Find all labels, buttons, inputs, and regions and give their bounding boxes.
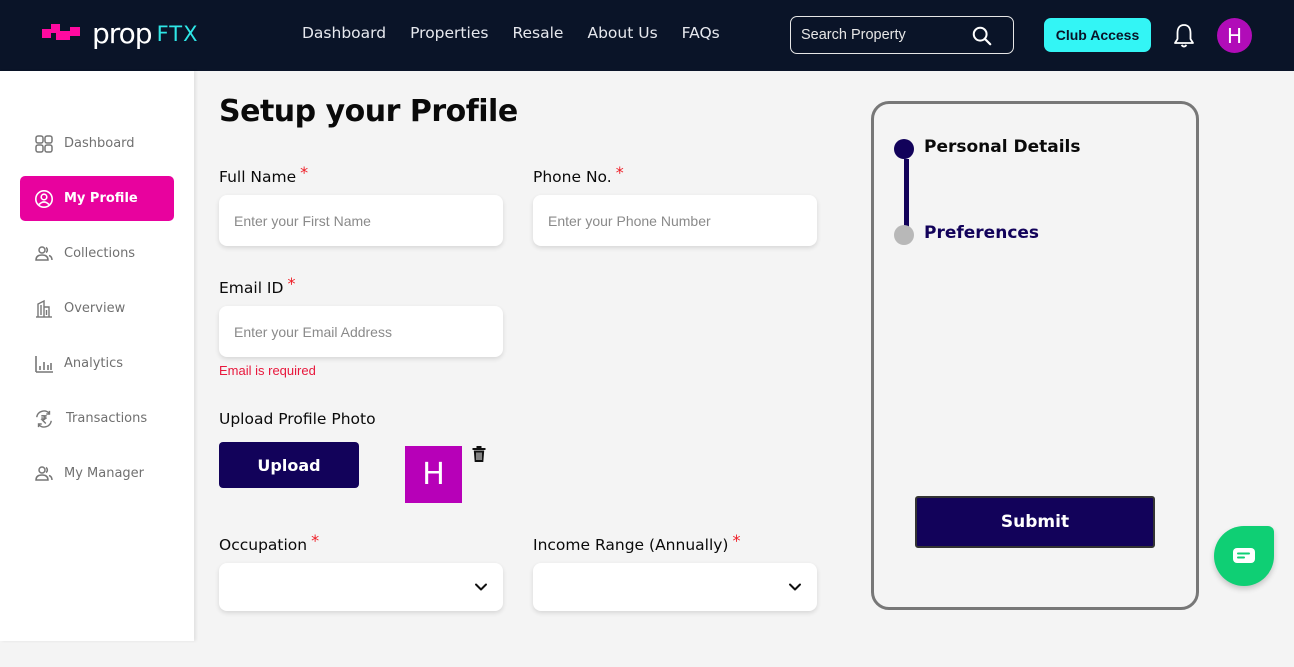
profile-photo-preview: H [405, 446, 462, 503]
income-range-select[interactable] [533, 563, 817, 611]
bar-chart-icon [34, 354, 54, 374]
club-access-button[interactable]: Club Access [1044, 18, 1151, 52]
required-asterisk: * [311, 531, 320, 550]
users-icon [34, 244, 54, 264]
stepper-connector-line [904, 159, 909, 230]
phone-input[interactable] [533, 195, 817, 246]
nav-properties[interactable]: Properties [410, 24, 488, 42]
required-asterisk: * [732, 531, 741, 550]
required-asterisk: * [300, 163, 309, 182]
step-preferences[interactable]: Preferences [924, 223, 1039, 243]
rupee-exchange-icon [34, 409, 54, 429]
user-circle-icon [34, 189, 54, 209]
nav-faqs[interactable]: FAQs [682, 24, 720, 42]
main-nav: Dashboard Properties Resale About Us FAQ… [302, 24, 720, 42]
notification-bell-icon[interactable] [1170, 22, 1198, 50]
email-input[interactable] [219, 306, 503, 357]
sidebar-item-transactions[interactable]: Transactions [20, 396, 174, 441]
phone-label: Phone No. * [533, 163, 624, 186]
sidebar-item-label: My Manager [64, 466, 145, 481]
email-label: Email ID * [219, 274, 295, 297]
nav-resale[interactable]: Resale [512, 24, 563, 42]
sidebar-item-label: Analytics [64, 356, 124, 371]
user-avatar[interactable]: H [1217, 18, 1252, 53]
required-asterisk: * [287, 274, 296, 293]
occupation-label: Occupation * [219, 531, 319, 554]
logo-accent-text: FTX [156, 21, 199, 46]
chevron-down-icon [475, 583, 487, 591]
trash-icon[interactable] [472, 446, 486, 462]
sidebar-item-overview[interactable]: Overview [20, 286, 174, 331]
top-navbar: prop FTX Dashboard Properties Resale Abo… [0, 0, 1294, 71]
email-error-message: Email is required [219, 363, 316, 378]
income-range-label: Income Range (Annually) * [533, 531, 740, 554]
sidebar-item-my-profile[interactable]: My Profile [20, 176, 174, 221]
full-name-input[interactable] [219, 195, 503, 246]
sidebar-item-analytics[interactable]: Analytics [20, 341, 174, 386]
grid-icon [34, 134, 54, 154]
sidebar: Dashboard My Profile Collections Overvie… [0, 71, 194, 641]
search-box [790, 16, 1014, 54]
email-label-text: Email ID [219, 279, 284, 297]
full-name-label: Full Name * [219, 163, 308, 186]
occupation-select[interactable] [219, 563, 503, 611]
income-range-label-text: Income Range (Annually) [533, 536, 729, 554]
step-personal-details[interactable]: Personal Details [924, 137, 1081, 157]
full-name-label-text: Full Name [219, 168, 297, 186]
required-asterisk: * [615, 163, 624, 182]
nav-dashboard[interactable]: Dashboard [302, 24, 386, 42]
sidebar-item-label: Collections [64, 246, 136, 261]
building-icon [34, 299, 54, 319]
sidebar-item-dashboard[interactable]: Dashboard [20, 121, 174, 166]
sidebar-item-label: My Profile [64, 191, 138, 206]
page-title: Setup your Profile [219, 94, 518, 129]
submit-button[interactable]: Submit [915, 496, 1155, 548]
sidebar-item-collections[interactable]: Collections [20, 231, 174, 276]
step-dot-pending [894, 225, 914, 245]
nav-about-us[interactable]: About Us [587, 24, 657, 42]
occupation-label-text: Occupation [219, 536, 308, 554]
upload-photo-label: Upload Profile Photo [219, 410, 376, 428]
sidebar-item-my-manager[interactable]: My Manager [20, 451, 174, 496]
search-input[interactable] [801, 27, 971, 43]
progress-stepper-card: Personal Details Preferences Submit [871, 101, 1199, 610]
upload-button[interactable]: Upload [219, 442, 359, 488]
sidebar-item-label: Overview [64, 301, 126, 316]
chevron-down-icon [789, 583, 801, 591]
logo-mark-icon [42, 24, 90, 44]
phone-label-text: Phone No. [533, 168, 612, 186]
users-icon [34, 464, 54, 484]
chat-widget-button[interactable] [1214, 526, 1274, 586]
chat-message-icon [1233, 548, 1255, 563]
propftx-logo[interactable]: prop FTX [42, 18, 199, 50]
sidebar-item-label: Dashboard [64, 136, 135, 151]
search-icon[interactable] [971, 25, 993, 47]
step-dot-active [894, 139, 914, 159]
logo-text: prop [92, 17, 153, 50]
sidebar-item-label: Transactions [66, 411, 148, 426]
